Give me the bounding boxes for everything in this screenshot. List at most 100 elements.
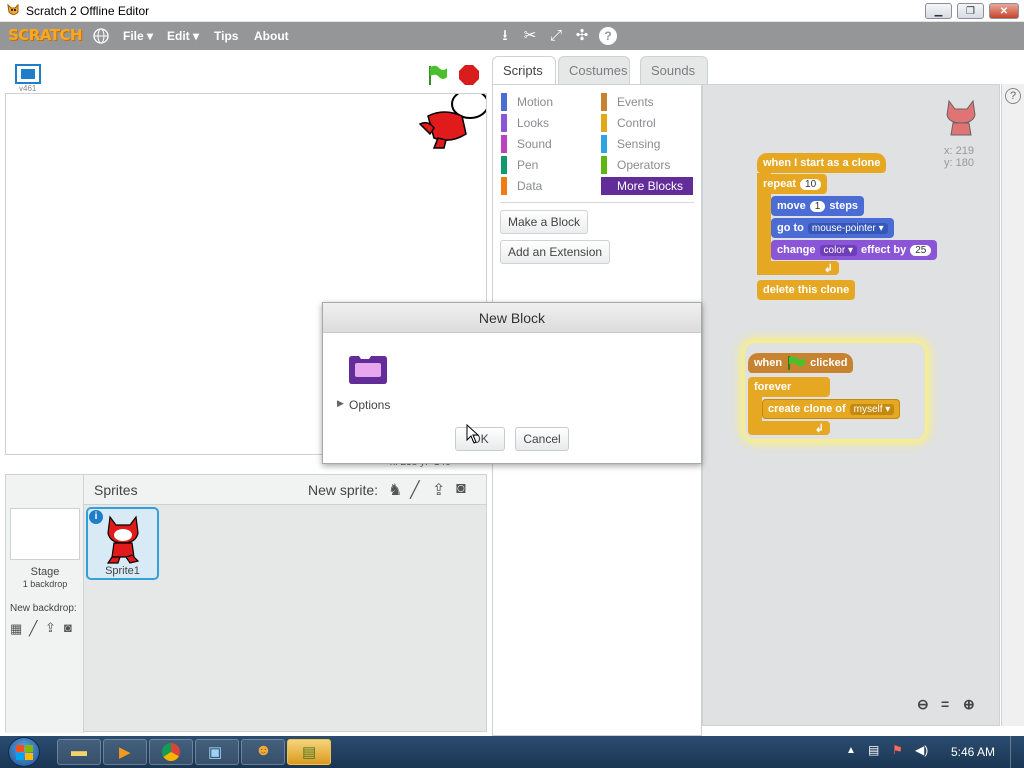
folder-icon: ▬ xyxy=(71,743,87,760)
sprite1-tile[interactable]: i Sprite1 xyxy=(86,507,159,580)
hat-label: when I start as a clone xyxy=(763,157,881,169)
system-clock[interactable]: 5:46 AM xyxy=(951,745,995,759)
category-more-blocks[interactable]: More Blocks xyxy=(601,177,693,195)
new-sprite-label: New sprite: xyxy=(308,482,379,498)
goto-target-dropdown[interactable]: mouse-pointer ▾ xyxy=(807,222,888,234)
about-menu[interactable]: About xyxy=(254,29,289,43)
ok-button[interactable]: OK xyxy=(455,427,505,451)
taskbar-scratch[interactable]: ☻ xyxy=(241,739,285,765)
taskbar-active-app[interactable]: ▤ xyxy=(287,739,331,765)
category-sound[interactable]: Sound xyxy=(501,135,552,153)
when-flag-clicked-block[interactable]: when clicked xyxy=(748,353,854,373)
zoom-out-icon[interactable]: ⊖ xyxy=(917,696,929,713)
minimize-button[interactable]: ▁ xyxy=(925,3,952,19)
effect-dropdown[interactable]: color ▾ xyxy=(819,244,857,256)
repeat-block[interactable]: repeat 10 xyxy=(757,174,828,194)
category-data[interactable]: Data xyxy=(501,177,542,195)
delete-tool-icon[interactable]: ✂ xyxy=(521,27,539,45)
change-effect-block[interactable]: change color ▾ effect by 25 xyxy=(771,240,938,260)
show-desktop-button[interactable] xyxy=(1010,736,1024,768)
options-expand-icon[interactable]: ▶ xyxy=(337,398,344,409)
taskbar-media-player[interactable]: ▶ xyxy=(103,739,147,765)
category-sensing[interactable]: Sensing xyxy=(601,135,660,153)
shrink-tool-icon[interactable]: ✣ xyxy=(573,27,591,45)
cat-sprite-on-stage[interactable] xyxy=(414,94,487,150)
monitor-icon: ▣ xyxy=(208,744,223,761)
close-button[interactable]: ✕ xyxy=(989,3,1019,19)
category-looks[interactable]: Looks xyxy=(501,114,549,132)
stage-header: v461 xyxy=(5,56,487,94)
move-steps-block[interactable]: move 1 steps xyxy=(771,196,865,216)
play-icon: ▶ xyxy=(119,744,131,761)
create-clone-block[interactable]: create clone of myself ▾ xyxy=(762,399,901,419)
paint-backdrop-icon[interactable]: ╱ xyxy=(29,620,37,637)
globe-icon[interactable] xyxy=(93,28,109,44)
help-icon[interactable]: ? xyxy=(1005,88,1021,104)
tips-menu[interactable]: Tips xyxy=(214,29,238,43)
volume-icon[interactable]: ◀) xyxy=(915,743,928,757)
grow-tool-icon[interactable]: ⤢ xyxy=(547,27,565,45)
upload-sprite-icon[interactable]: ⇪ xyxy=(432,480,445,500)
when-start-as-clone-block[interactable]: when I start as a clone xyxy=(757,153,887,173)
green-flag-icon[interactable] xyxy=(426,64,448,86)
effect-amount-input[interactable]: 25 xyxy=(910,244,932,256)
presentation-mode-icon[interactable] xyxy=(15,64,41,84)
sprite-library-icon[interactable]: ♞ xyxy=(388,480,402,500)
category-events[interactable]: Events xyxy=(601,93,654,111)
restore-button[interactable]: ❐ xyxy=(957,3,984,19)
forever-label: forever xyxy=(754,381,792,393)
camera-backdrop-icon[interactable]: ◙ xyxy=(64,620,72,635)
mouse-cursor-icon xyxy=(466,424,480,444)
action-center-icon[interactable]: ⚑ xyxy=(892,743,903,757)
tab-costumes[interactable]: Costumes xyxy=(558,56,630,84)
cancel-button[interactable]: Cancel xyxy=(515,427,569,451)
backdrop-count: 1 backdrop xyxy=(22,579,68,589)
scratch-cat-icon: ☻ xyxy=(255,742,272,759)
version-label: v461 xyxy=(19,84,37,93)
start-button[interactable] xyxy=(8,737,40,767)
zoom-in-icon[interactable]: ⊕ xyxy=(963,696,975,713)
category-pen[interactable]: Pen xyxy=(501,156,538,174)
help-tool-icon[interactable]: ? xyxy=(599,27,617,45)
tab-sounds[interactable]: Sounds xyxy=(640,56,708,84)
loop-arrow-icon: ↲ xyxy=(823,262,833,275)
zoom-reset-icon[interactable]: = xyxy=(941,696,949,712)
effect-by-label: effect by xyxy=(861,244,907,256)
options-label[interactable]: Options xyxy=(349,398,390,412)
scratch-cat-icon xyxy=(7,3,19,15)
windows-logo-icon xyxy=(16,745,33,760)
tab-scripts[interactable]: Scripts xyxy=(492,56,556,84)
camera-sprite-icon[interactable]: ◙ xyxy=(456,480,466,498)
sprite1-label: Sprite1 xyxy=(105,565,140,577)
file-menu[interactable]: File ▾ xyxy=(123,29,153,43)
show-hidden-icons[interactable]: ▲ xyxy=(846,745,856,756)
backdrop-library-icon[interactable]: ▦ xyxy=(10,621,22,637)
clone-target-dropdown[interactable]: myself ▾ xyxy=(849,403,895,415)
stage-thumbnail[interactable] xyxy=(10,508,80,560)
repeat-count-input[interactable]: 10 xyxy=(800,178,822,190)
stop-sign-icon[interactable] xyxy=(458,64,480,86)
category-motion[interactable]: Motion xyxy=(501,93,553,111)
green-flag-icon xyxy=(788,356,806,370)
category-operators[interactable]: Operators xyxy=(601,156,670,174)
delete-this-clone-block[interactable]: delete this clone xyxy=(757,280,856,300)
taskbar-chrome[interactable] xyxy=(149,739,193,765)
duplicate-tool-icon[interactable]: ⭳ xyxy=(496,27,514,45)
scratch-logo: SCRATCH xyxy=(8,26,83,44)
network-icon[interactable]: ▤ xyxy=(868,743,879,757)
go-to-block[interactable]: go to mouse-pointer ▾ xyxy=(771,218,894,238)
script-area[interactable]: x: 219 y: 180 when I start as a clone re… xyxy=(702,84,1000,726)
category-control[interactable]: Control xyxy=(601,114,656,132)
upload-backdrop-icon[interactable]: ⇪ xyxy=(45,620,56,636)
sprite-x-readout: x: 219 xyxy=(944,145,974,157)
taskbar-explorer[interactable]: ▬ xyxy=(57,739,101,765)
edit-menu[interactable]: Edit ▾ xyxy=(167,29,199,43)
make-a-block-button[interactable]: Make a Block xyxy=(500,210,589,234)
add-extension-button[interactable]: Add an Extension xyxy=(500,240,611,264)
new-block-dialog: New Block ▶ Options OK Cancel xyxy=(322,302,702,464)
paint-sprite-icon[interactable]: ╱ xyxy=(410,480,420,500)
stage-label: Stage xyxy=(30,566,60,578)
forever-block[interactable]: forever xyxy=(748,377,830,397)
taskbar-control-panel[interactable]: ▣ xyxy=(195,739,239,765)
move-steps-input[interactable]: 1 xyxy=(809,200,826,212)
